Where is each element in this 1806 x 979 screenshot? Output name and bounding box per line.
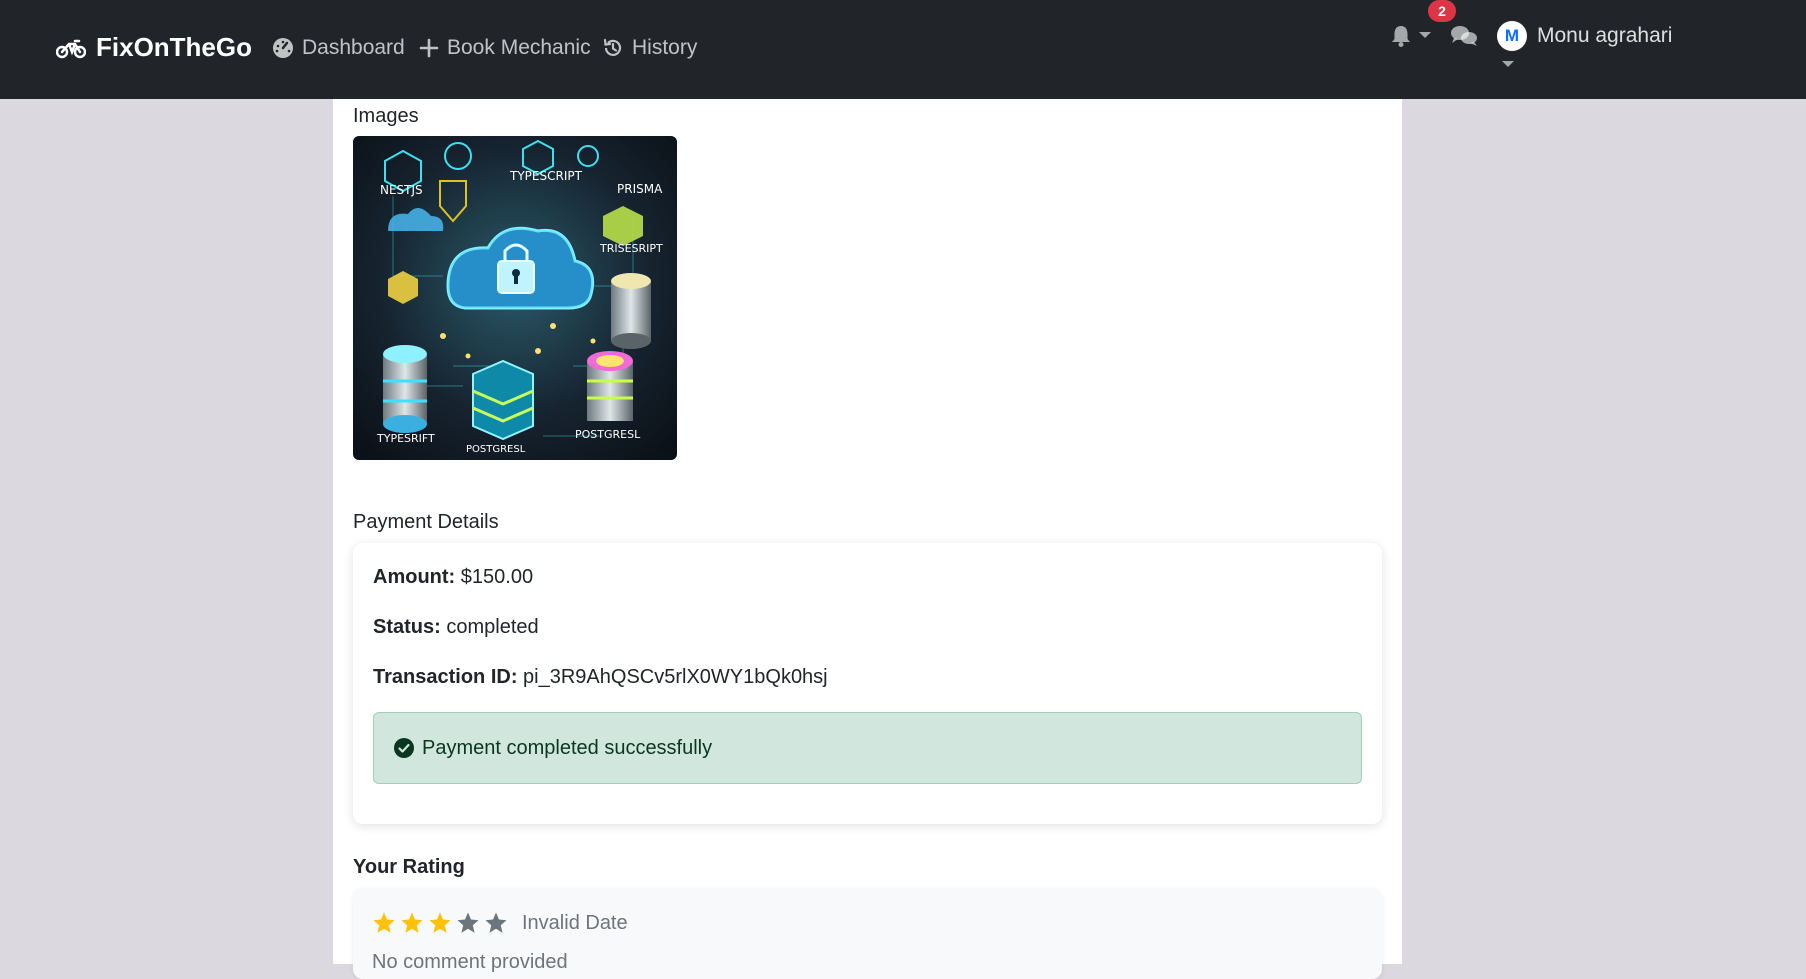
- nav-history[interactable]: History: [602, 36, 697, 60]
- payment-card: Amount: $150.00 Status: completed Transa…: [353, 543, 1382, 824]
- nav-dashboard[interactable]: Dashboard: [272, 36, 405, 60]
- amount-value: $150.00: [460, 566, 534, 588]
- brand-name: FixOnTheGo: [96, 32, 252, 62]
- service-image-art: NESTJS TYPESCRIPT PRISMA TRISESRIPT TYPE…: [353, 136, 677, 460]
- history-icon: [603, 38, 622, 56]
- notification-badge: 2: [1428, 0, 1456, 22]
- rating-card: Invalid Date No comment provided: [353, 889, 1382, 979]
- nav-dashboard-label: Dashboard: [302, 36, 405, 59]
- brand-link[interactable]: FixOnTheGo: [56, 32, 252, 63]
- chat-icon[interactable]: [1450, 24, 1478, 48]
- thumb-text-6: POSTGRESL: [575, 428, 641, 441]
- thumb-text-0: NESTJS: [380, 183, 423, 197]
- plus-icon: [419, 38, 439, 58]
- payment-success-alert: Payment completed successfully: [373, 712, 1362, 784]
- amount-row: Amount: $150.00: [373, 566, 533, 589]
- user-name[interactable]: Monu agrahari: [1537, 24, 1672, 48]
- images-heading: Images: [353, 105, 419, 127]
- thumb-text-3: TRISESRIPT: [599, 242, 663, 255]
- star-icon: [429, 912, 451, 933]
- user-menu-chevron-icon[interactable]: [1501, 59, 1515, 69]
- your-rating-heading: Your Rating: [353, 856, 465, 878]
- thumb-text-2: PRISMA: [617, 182, 663, 196]
- payment-details-heading: Payment Details: [353, 511, 499, 533]
- motorcycle-icon: [56, 39, 86, 58]
- main-content: Images NESTJS TYPESCRIPT PRISMA TRISESRI…: [333, 99, 1402, 979]
- nav-book-mechanic[interactable]: Book Mechanic: [419, 36, 591, 60]
- chevron-down-icon[interactable]: [1418, 30, 1432, 40]
- payment-success-text: Payment completed successfully: [422, 736, 713, 759]
- status-value: completed: [446, 616, 539, 638]
- thumb-text-1: TYPESCRIPT: [509, 169, 583, 183]
- status-row: Status: completed: [373, 616, 539, 639]
- service-image[interactable]: NESTJS TYPESCRIPT PRISMA TRISESRIPT TYPE…: [353, 136, 677, 460]
- thumb-text-4: TYPESRIFT: [376, 432, 435, 445]
- gauge-icon: [273, 38, 293, 58]
- star-icon: [373, 912, 395, 933]
- avatar[interactable]: M: [1497, 21, 1527, 51]
- thumb-text-5: POSTGRESL: [466, 444, 526, 455]
- star-icon: [485, 912, 507, 933]
- check-circle-icon: [394, 738, 414, 758]
- amount-label: Amount:: [373, 566, 456, 588]
- top-navbar: FixOnTheGo Dashboard Book Mechanic Histo…: [0, 0, 1806, 99]
- status-label: Status:: [373, 616, 441, 638]
- rating-date: Invalid Date: [522, 911, 628, 934]
- rating-stars: Invalid Date: [372, 911, 628, 935]
- transaction-label: Transaction ID:: [373, 666, 518, 688]
- nav-history-label: History: [632, 36, 698, 59]
- transaction-row: Transaction ID: pi_3R9AhQSCv5rlX0WY1bQk0…: [373, 666, 828, 689]
- star-icon: [457, 912, 479, 933]
- rating-comment: No comment provided: [372, 951, 568, 973]
- nav-book-label: Book Mechanic: [447, 36, 591, 59]
- star-icon: [401, 912, 423, 933]
- transaction-value: pi_3R9AhQSCv5rlX0WY1bQk0hsj: [523, 666, 828, 688]
- bell-icon[interactable]: [1390, 24, 1412, 48]
